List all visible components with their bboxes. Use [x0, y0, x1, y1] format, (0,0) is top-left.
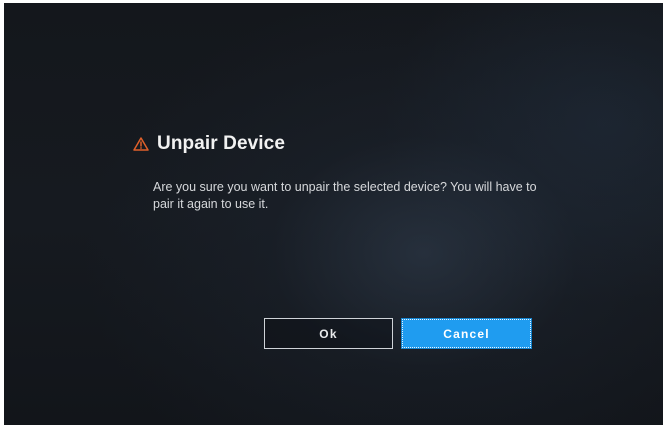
dialog-title: Unpair Device — [157, 133, 286, 154]
dialog-message: Are you sure you want to unpair the sele… — [153, 180, 537, 211]
ok-button[interactable]: Ok — [264, 318, 393, 349]
warning-icon — [133, 137, 149, 151]
ok-button-label: Ok — [319, 326, 338, 341]
screen: Unpair Device Are you sure you want to u… — [4, 3, 663, 425]
cancel-button-label: Cancel — [443, 326, 490, 341]
unpair-dialog: Unpair Device Are you sure you want to u… — [4, 3, 663, 425]
cancel-button[interactable]: Cancel — [401, 318, 532, 349]
dialog-header: Unpair Device — [133, 133, 285, 155]
